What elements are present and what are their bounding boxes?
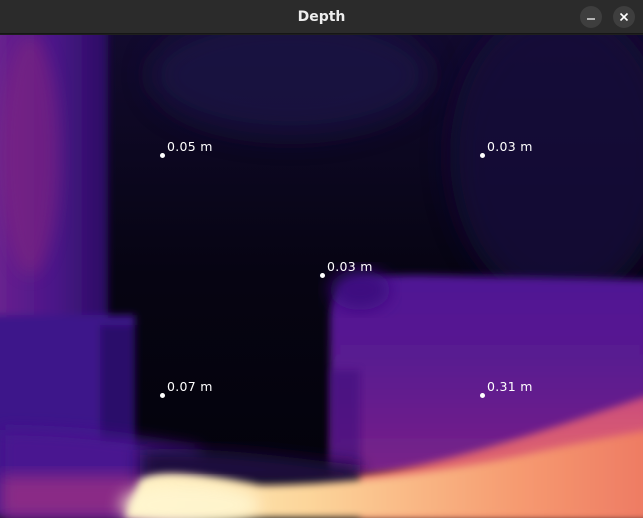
marker-dot (159, 392, 165, 398)
depth-label: 0.05 m (167, 139, 213, 154)
marker-dot (159, 152, 165, 158)
marker-dot (479, 152, 485, 158)
marker-dot (479, 392, 485, 398)
depth-label: 0.07 m (167, 379, 213, 394)
depth-label: 0.03 m (487, 139, 533, 154)
minimize-icon (587, 18, 595, 20)
title-bar[interactable]: Depth (0, 0, 643, 34)
close-button[interactable] (613, 6, 635, 28)
depth-label: 0.03 m (327, 259, 373, 274)
marker-dot (319, 272, 325, 278)
depth-map-view[interactable]: 0.05 m 0.03 m 0.03 m 0.07 m 0.31 m (0, 35, 643, 518)
depth-window: Depth 0.05 m 0.03 m 0.03 m 0.07 m 0.31 m (0, 0, 643, 518)
depth-label: 0.31 m (487, 379, 533, 394)
close-icon (619, 12, 629, 22)
window-title: Depth (297, 9, 346, 25)
minimize-button[interactable] (580, 6, 602, 28)
